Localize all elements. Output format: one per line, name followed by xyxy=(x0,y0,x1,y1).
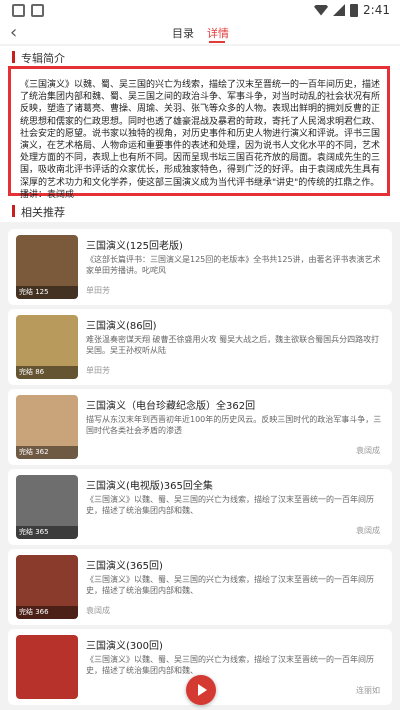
album-cover[interactable]: 完结 86 xyxy=(16,315,78,379)
status-bar: 2:41 xyxy=(0,0,400,22)
wifi-icon xyxy=(314,4,329,16)
tab-catalog[interactable]: 目录 xyxy=(172,25,194,41)
signal-icon xyxy=(333,4,346,16)
album-cover[interactable]: 完结 366 xyxy=(16,555,78,619)
recommendation-list: 完结 125 三国演义(125回老版) 《这部长篇评书：三国演义是125回的老版… xyxy=(0,222,400,710)
section-accent-bar xyxy=(12,51,15,63)
album-cover[interactable]: 完结 362 xyxy=(16,395,78,459)
item-author: 连丽如 xyxy=(356,686,380,695)
list-item[interactable]: 完结 362 三国演义（电台珍藏纪念版）全362回 描写从东汉末年到西晋初年近1… xyxy=(8,389,392,465)
active-tab-indicator xyxy=(209,41,225,43)
intro-highlight-box: 《三国演义》以魏、蜀、吴三国的兴亡为线索，描绘了汉末至晋统一的一百年间历史，描述… xyxy=(8,66,390,200)
episode-count: 完结 86 xyxy=(16,366,78,379)
intro-panel: 《三国演义》以魏、蜀、吴三国的兴亡为线索，描绘了汉末至晋统一的一百年间历史，描述… xyxy=(0,66,400,200)
item-author: 单田芳 xyxy=(86,286,110,295)
episode-count: 完结 366 xyxy=(16,606,78,619)
item-title[interactable]: 三国演义（电台珍藏纪念版）全362回 xyxy=(86,397,255,412)
item-description: 《三国演义》以魏、蜀、吴三国的兴亡为线索，描绘了汉末至晋统一的一百年间历史，描述… xyxy=(86,495,374,515)
section-accent-bar xyxy=(12,205,15,217)
rec-section-title: 相关推荐 xyxy=(21,206,65,219)
list-item[interactable]: 完结 366 三国演义(365回) 《三国演义》以魏、蜀、吴三国的兴亡为线索，描… xyxy=(8,549,392,625)
item-title[interactable]: 三国演义(电视版)365回全集 xyxy=(86,477,213,492)
tab-detail[interactable]: 详情 xyxy=(207,25,229,41)
album-cover[interactable]: 完结 125 xyxy=(16,235,78,299)
list-item[interactable]: 完结 125 三国演义(125回老版) 《这部长篇评书：三国演义是125回的老版… xyxy=(8,229,392,305)
episode-count: 完结 365 xyxy=(16,526,78,539)
intro-text: 《三国演义》以魏、蜀、吴三国的兴亡为线索，描绘了汉末至晋统一的一百年间历史，描述… xyxy=(20,80,381,200)
item-description: 描写从东汉末年到西晋初年近100年的历史风云。反映三国时代的政治军事斗争，三国时… xyxy=(86,415,382,435)
play-button[interactable] xyxy=(186,675,216,705)
back-icon[interactable]: ‹ xyxy=(10,23,17,43)
album-cover[interactable] xyxy=(16,635,78,699)
top-navigation: ‹ 目录 详情 xyxy=(0,22,400,44)
list-item[interactable]: 完结 86 三国演义(86回) 难张温奏密谋天翔 破曹丕徐盛用火攻 蜀吴大战之后… xyxy=(8,309,392,385)
item-title[interactable]: 三国演义(365回) xyxy=(86,557,163,572)
item-description: 《三国演义》以魏、蜀、吴三国的兴亡为线索，描绘了汉末至晋统一的一百年间历史，描述… xyxy=(86,655,374,675)
album-cover[interactable]: 完结 365 xyxy=(16,475,78,539)
item-author: 袁阔成 xyxy=(356,526,380,535)
item-title[interactable]: 三国演义(300回) xyxy=(86,637,163,652)
rec-section-header: 相关推荐 xyxy=(0,200,400,222)
intro-section-header: 专辑简介 xyxy=(0,46,400,68)
notification-icon xyxy=(12,4,25,17)
item-title[interactable]: 三国演义(125回老版) xyxy=(86,237,183,252)
episode-count: 完结 362 xyxy=(16,446,78,459)
item-description: 《三国演义》以魏、蜀、吴三国的兴亡为线索，描绘了汉末至晋统一的一百年间历史，描述… xyxy=(86,575,374,595)
item-author: 单田芳 xyxy=(86,366,110,375)
status-right: 2:41 xyxy=(314,3,390,17)
list-item[interactable]: 完结 365 三国演义(电视版)365回全集 《三国演义》以魏、蜀、吴三国的兴亡… xyxy=(8,469,392,545)
notification-icon xyxy=(31,4,44,17)
item-description: 难张温奏密谋天翔 破曹丕徐盛用火攻 蜀吴大战之后，魏主欲联合蜀国兵分四路攻打吴国… xyxy=(86,335,380,355)
episode-count: 完结 125 xyxy=(16,286,78,299)
status-time: 2:41 xyxy=(363,3,390,17)
notification-icons xyxy=(12,4,44,17)
item-author: 袁阔成 xyxy=(356,446,380,455)
item-title[interactable]: 三国演义(86回) xyxy=(86,317,157,332)
intro-section-title: 专辑简介 xyxy=(21,52,65,65)
item-description: 《这部长篇评书：三国演义是125回的老版本》全书共125讲，由著名评书表演艺术家… xyxy=(86,255,381,275)
battery-icon xyxy=(350,3,359,17)
item-author: 袁阔成 xyxy=(86,606,110,615)
